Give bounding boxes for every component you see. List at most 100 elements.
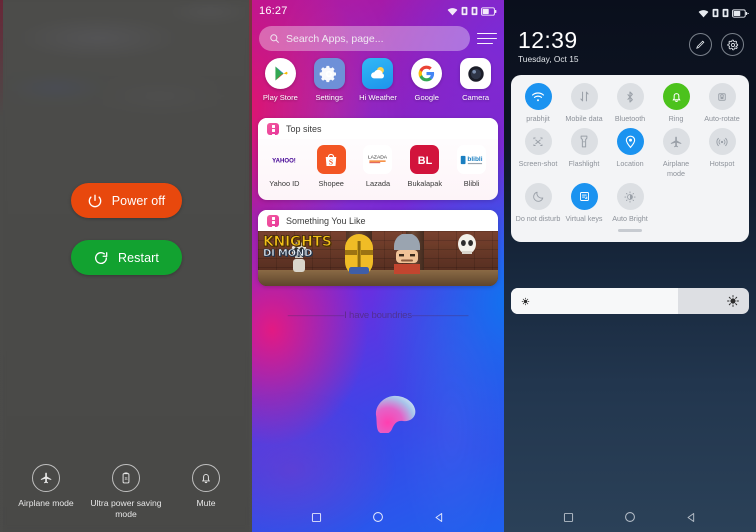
- qs-tile-flashlight[interactable]: Flashlight: [561, 128, 607, 178]
- svg-text:LAZADA: LAZADA: [368, 154, 388, 160]
- ultra-power-saving-action[interactable]: S Ultra power saving mode: [88, 464, 164, 520]
- gear-icon: [726, 39, 739, 51]
- home-circle-icon[interactable]: [371, 510, 385, 524]
- home-circle-icon[interactable]: [623, 510, 637, 524]
- bukalapak-icon: BL: [410, 145, 440, 174]
- qs-tile-virtual-keys[interactable]: Virtual keys: [561, 183, 607, 223]
- qs-tile-label: Auto Bright: [612, 214, 648, 224]
- qs-tile-wifi[interactable]: prabhjit: [515, 83, 561, 123]
- airplane-mode-action[interactable]: Airplane mode: [8, 464, 84, 509]
- brightness-slider-fill: [511, 288, 678, 314]
- home-status-bar: 16:27: [252, 0, 504, 22]
- search-input[interactable]: Search Apps, page...: [259, 26, 470, 51]
- qs-tile-label: Do not disturb: [515, 214, 561, 224]
- app-label: Play Store: [262, 93, 298, 102]
- edit-button[interactable]: [689, 33, 712, 56]
- qs-header: 12:39 Tuesday, Oct 15: [518, 28, 744, 64]
- mute-label: Mute: [196, 498, 216, 508]
- hotspot-icon: [708, 128, 736, 156]
- top-sites-header: Top sites: [258, 118, 498, 139]
- restart-button[interactable]: Restart: [70, 240, 182, 275]
- grid-icon: [267, 212, 279, 229]
- site-shopee[interactable]: S Shopee: [310, 145, 352, 188]
- play-store-icon: [264, 58, 296, 89]
- site-label: Lazada: [365, 179, 391, 188]
- app-play-store[interactable]: Play Store: [258, 58, 302, 102]
- qs-tile-bluetooth[interactable]: Bluetooth: [607, 83, 653, 123]
- game-banner-logo: KNIGHTS DI MOND: [263, 235, 333, 259]
- something-you-like-header: Something You Like: [258, 210, 498, 231]
- site-yahoo[interactable]: YAHOO! Yahoo ID: [263, 145, 305, 188]
- restart-icon: [93, 250, 109, 266]
- hamburger-menu-icon[interactable]: [477, 30, 497, 48]
- airplane-icon: [32, 464, 60, 492]
- qs-tile-do-not-disturb[interactable]: Do not disturb: [515, 183, 561, 223]
- power-menu-panel: Power off Restart Airplane mode S Ultra …: [0, 0, 252, 532]
- flashlight-icon: [570, 128, 598, 156]
- qs-tile-screenshot[interactable]: Screen-shot: [515, 128, 561, 178]
- site-bukalapak[interactable]: BL Bukalapak: [404, 145, 446, 188]
- qs-tile-label: Screen-shot: [518, 159, 558, 169]
- search-placeholder: Search Apps, page...: [286, 32, 384, 45]
- qs-tile-empty: [699, 183, 745, 223]
- site-label: Shopee: [318, 179, 344, 188]
- qs-tile-label: Location: [616, 159, 644, 169]
- something-you-like-title: Something You Like: [286, 215, 366, 226]
- site-label: Blibli: [463, 179, 480, 188]
- qs-tiles-panel: prabhjit Mobile data Bluetooth Ring Auto…: [511, 75, 749, 243]
- app-label: Google: [414, 93, 440, 102]
- restart-label: Restart: [118, 250, 159, 265]
- lazada-icon: LAZADA: [363, 145, 393, 174]
- qs-tile-label: Hotspot: [709, 159, 735, 169]
- qs-tile-auto-bright[interactable]: Auto Bright: [607, 183, 653, 223]
- qs-navigation-bar: [504, 502, 756, 532]
- svg-text:YAHOO!: YAHOO!: [273, 158, 297, 164]
- google-icon: [411, 58, 443, 89]
- settings-button[interactable]: [721, 33, 744, 56]
- brightness-slider[interactable]: [511, 288, 749, 314]
- qs-tile-auto-rotate[interactable]: Auto-rotate: [699, 83, 745, 123]
- site-blibli[interactable]: blibli Blibli: [451, 145, 493, 188]
- qs-tile-hotspot[interactable]: Hotspot: [699, 128, 745, 178]
- app-hi-weather[interactable]: Hi Weather: [356, 58, 400, 102]
- qs-tile-airplane-mode[interactable]: Airplane mode: [653, 128, 699, 178]
- quick-settings-panel: 12:39 Tuesday, Oct 15 prabhjit Mobile da…: [504, 0, 756, 532]
- qs-tile-label: Mobile data: [565, 114, 603, 123]
- qs-tile-ring[interactable]: Ring: [653, 83, 699, 123]
- power-off-label: Power off: [111, 193, 166, 208]
- recents-square-icon[interactable]: [310, 511, 323, 524]
- brightness-high-icon: [726, 294, 740, 308]
- recents-square-icon[interactable]: [562, 511, 575, 524]
- back-triangle-icon[interactable]: [685, 511, 698, 524]
- weather-icon: [362, 58, 394, 89]
- qs-tile-empty: [653, 183, 699, 223]
- svg-text:BL: BL: [418, 155, 433, 167]
- qs-header-actions: [689, 33, 744, 56]
- golden-helmet-character: [345, 234, 373, 274]
- moon-icon: [524, 183, 552, 211]
- top-sites-list: YAHOO! Yahoo ID S Shopee LAZADA Lazada B…: [258, 139, 498, 188]
- qs-tile-label: Bluetooth: [614, 114, 646, 123]
- qs-tile-label: Auto-rotate: [704, 114, 740, 123]
- wifi-icon: [524, 83, 552, 110]
- app-google[interactable]: Google: [405, 58, 449, 102]
- status-bar-time: 16:27: [259, 5, 288, 17]
- back-triangle-icon[interactable]: [433, 511, 446, 524]
- app-camera[interactable]: Camera: [454, 58, 498, 102]
- mute-action[interactable]: Mute: [168, 464, 244, 509]
- ghost-skull-character: [458, 234, 476, 254]
- game-banner[interactable]: KNIGHTS DI MOND: [258, 231, 498, 286]
- battery-saver-icon: S: [112, 464, 140, 492]
- panel-drag-handle[interactable]: [618, 229, 642, 233]
- site-lazada[interactable]: LAZADA Lazada: [357, 145, 399, 188]
- app-settings[interactable]: Settings: [307, 58, 351, 102]
- app-label: Camera: [462, 93, 490, 102]
- site-label: Bukalapak: [407, 179, 443, 188]
- sim2-signal-icon: [722, 8, 729, 18]
- mobile-data-icon: [570, 83, 598, 110]
- power-off-button[interactable]: Power off: [70, 183, 182, 218]
- qs-tile-location[interactable]: Location: [607, 128, 653, 178]
- app-label: Settings: [315, 93, 343, 102]
- qs-tile-mobile-data[interactable]: Mobile data: [561, 83, 607, 123]
- svg-text:S: S: [124, 476, 127, 481]
